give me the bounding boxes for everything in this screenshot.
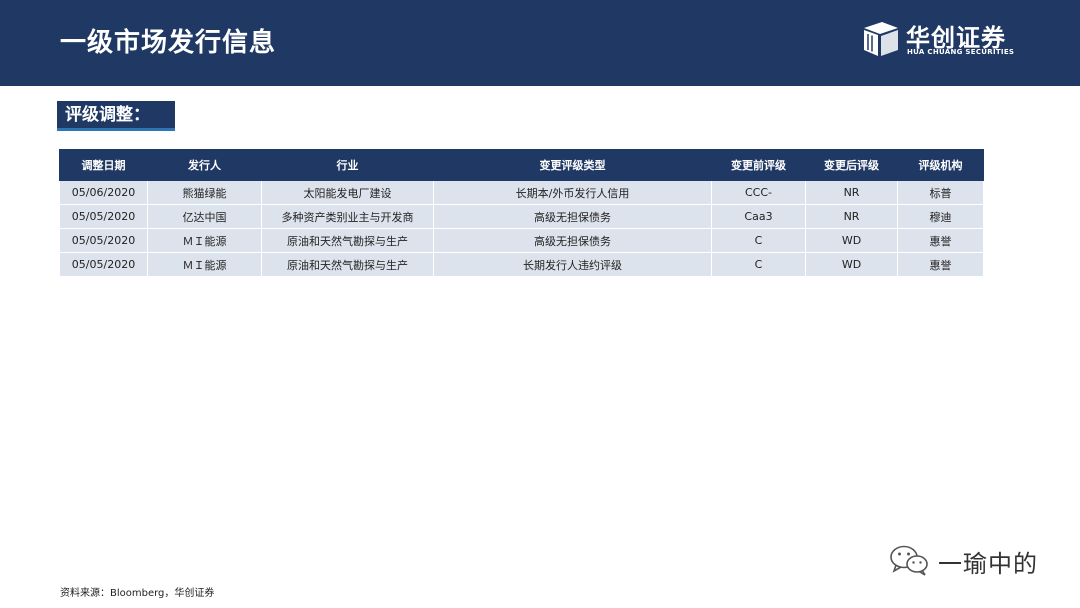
column-header: 变更前评级 xyxy=(711,149,806,181)
table-cell: C xyxy=(711,228,806,253)
column-header: 变更评级类型 xyxy=(433,149,712,181)
table-cell: 惠誉 xyxy=(897,252,984,277)
table-row: 05/05/2020 ＭＩ能源 原油和天然气勘探与生产 高级无担保债务 C WD… xyxy=(59,228,984,253)
table-cell: 05/05/2020 xyxy=(59,252,148,277)
source-footnote: 资料来源：Bloomberg，华创证券 xyxy=(60,588,215,599)
table-cell: ＭＩ能源 xyxy=(147,252,262,277)
table-cell: 05/05/2020 xyxy=(59,228,148,253)
table-cell: 05/06/2020 xyxy=(59,180,148,205)
company-logo: 华创证券 HUA CHUANG SECURITIES xyxy=(862,18,1032,62)
table-row: 05/05/2020 ＭＩ能源 原油和天然气勘探与生产 长期发行人违约评级 C … xyxy=(59,252,984,277)
table-cell: 原油和天然气勘探与生产 xyxy=(261,252,434,277)
table-header-row: 调整日期 发行人 行业 变更评级类型 变更前评级 变更后评级 评级机构 xyxy=(59,149,984,181)
table-row: 05/05/2020 亿达中国 多种资产类别业主与开发商 高级无担保债务 Caa… xyxy=(59,204,984,229)
column-header: 行业 xyxy=(261,149,434,181)
table-row: 05/06/2020 熊猫绿能 太阳能发电厂建设 长期本/外币发行人信用 CCC… xyxy=(59,180,984,205)
watermark-text: 一瑜中的 xyxy=(938,550,1038,578)
column-header: 评级机构 xyxy=(897,149,984,181)
table-cell: NR xyxy=(805,180,898,205)
wechat-watermark: 一瑜中的 xyxy=(888,543,1068,578)
table-cell: WD xyxy=(805,228,898,253)
table-cell: NR xyxy=(805,204,898,229)
column-header: 变更后评级 xyxy=(805,149,898,181)
section-label: 评级调整： xyxy=(57,101,175,131)
table-cell: 高级无担保债务 xyxy=(433,228,712,253)
table-cell: Caa3 xyxy=(711,204,806,229)
table-cell: 穆迪 xyxy=(897,204,984,229)
table-cell: WD xyxy=(805,252,898,277)
header-bar: 一级市场发行信息 华创证券 HUA CHUANG SECURITIES xyxy=(0,0,1080,86)
table-cell: ＭＩ能源 xyxy=(147,228,262,253)
table-cell: CCC- xyxy=(711,180,806,205)
logo-mark-icon xyxy=(864,22,898,56)
table-cell: 05/05/2020 xyxy=(59,204,148,229)
table-cell: 亿达中国 xyxy=(147,204,262,229)
table-cell: 标普 xyxy=(897,180,984,205)
table-cell: 多种资产类别业主与开发商 xyxy=(261,204,434,229)
page-title: 一级市场发行信息 xyxy=(60,28,277,58)
column-header: 发行人 xyxy=(147,149,262,181)
table-cell: 熊猫绿能 xyxy=(147,180,262,205)
table-cell: 惠誉 xyxy=(897,228,984,253)
table-cell: 太阳能发电厂建设 xyxy=(261,180,434,205)
table-cell: 长期发行人违约评级 xyxy=(433,252,712,277)
column-header: 调整日期 xyxy=(59,149,148,181)
table-cell: 原油和天然气勘探与生产 xyxy=(261,228,434,253)
logo-name-en: HUA CHUANG SECURITIES xyxy=(907,48,1015,56)
table-cell: C xyxy=(711,252,806,277)
rating-adjustments-table: 调整日期 发行人 行业 变更评级类型 变更前评级 变更后评级 评级机构 05/0… xyxy=(59,149,984,277)
table-cell: 长期本/外币发行人信用 xyxy=(433,180,712,205)
table-cell: 高级无担保债务 xyxy=(433,204,712,229)
wechat-icon xyxy=(890,545,928,576)
